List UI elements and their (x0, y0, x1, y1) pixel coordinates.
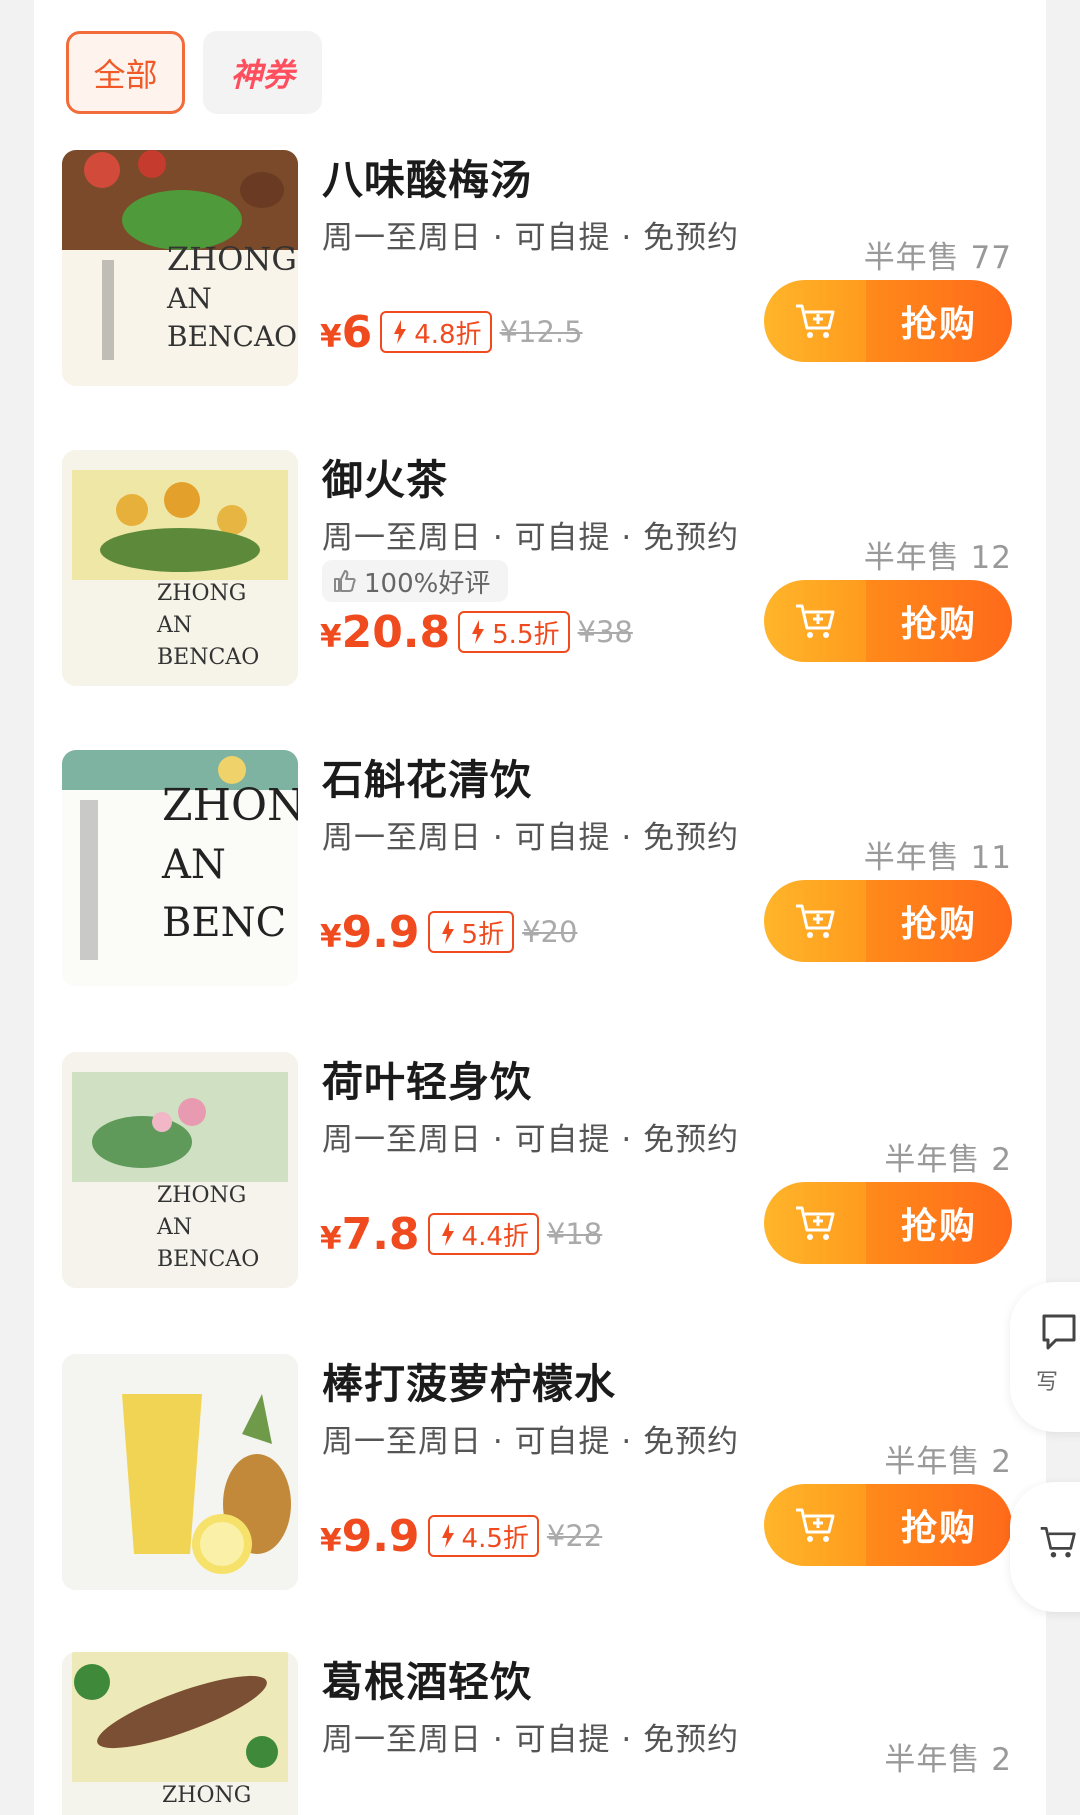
product-name: 荷叶轻身饮 (322, 1058, 532, 1106)
product-meta: 周一至周日 · 可自提 · 免预约 (322, 1722, 740, 1758)
cart-icon (1040, 1527, 1076, 1558)
current-price: ¥6 (320, 306, 373, 358)
current-price: ¥9.9 (320, 1510, 420, 1562)
down-arrow-icon (441, 1524, 454, 1548)
product-image[interactable]: ZHONG AN BENCAO (62, 450, 298, 686)
discount-badge: 4.5折 (427, 1515, 539, 1557)
buy-button[interactable]: 抢购 (764, 1182, 1012, 1264)
buy-button[interactable]: 抢购 (764, 1484, 1012, 1566)
product-image[interactable] (62, 1354, 298, 1590)
sold-count: 半年售 2 (884, 1142, 1012, 1178)
product-meta: 周一至周日 · 可自提 · 免预约 (322, 1424, 740, 1460)
svg-text:BENC: BENC (162, 900, 286, 946)
current-price: ¥7.8 (320, 1208, 420, 1260)
svg-text:ZHONG: ZHONG (157, 1183, 246, 1208)
product-item[interactable]: ZHONG AN BENCAO 荷叶轻身饮 周一至周日 · 可自提 · 免预约 … (62, 1038, 1012, 1338)
write-review-label: 写 (1036, 1370, 1059, 1395)
tab-coupon[interactable]: 神券 (203, 31, 322, 114)
svg-text:BENCAO: BENCAO (157, 645, 259, 670)
discount-badge: 4.4折 (427, 1213, 539, 1255)
product-name: 棒打菠萝柠檬水 (322, 1360, 616, 1408)
filter-tabs: 全部 神券 (66, 31, 322, 114)
price-row: ¥7.8 4.4折 ¥18 (320, 1206, 602, 1262)
sold-count: 半年售 2 (884, 1444, 1012, 1480)
product-item[interactable]: ZHONG AN BENCAO 八味酸梅汤 周一至周日 · 可自提 · 免预约 … (62, 136, 1012, 436)
buy-button[interactable]: 抢购 (764, 880, 1012, 962)
discount-badge: 5.5折 (458, 611, 570, 653)
product-meta: 周一至周日 · 可自提 · 免预约 (322, 820, 740, 856)
down-arrow-icon (394, 320, 407, 344)
sold-count: 半年售 77 (863, 240, 1012, 276)
svg-text:AN: AN (156, 613, 192, 638)
product-name: 御火茶 (322, 456, 448, 504)
original-price: ¥12.5 (499, 315, 583, 349)
product-meta: 周一至周日 · 可自提 · 免预约 (322, 520, 740, 556)
svg-text:AN: AN (166, 282, 212, 315)
price-row: ¥9.9 5折 ¥20 (320, 904, 577, 960)
sold-count: 半年售 12 (863, 540, 1012, 576)
buy-label[interactable]: 抢购 (866, 1484, 1012, 1566)
product-name: 葛根酒轻饮 (322, 1658, 532, 1706)
tab-all[interactable]: 全部 (66, 31, 185, 114)
cart-plus-icon[interactable] (764, 1484, 866, 1566)
current-price: ¥20.8 (320, 606, 451, 658)
original-price: ¥18 (546, 1217, 603, 1251)
product-image[interactable]: ZHONG AN BENCAO (62, 1052, 298, 1288)
price-row: ¥6 4.8折 ¥12.5 (320, 304, 583, 360)
product-item[interactable]: ZHON AN BENC 石斛花清饮 周一至周日 · 可自提 · 免预约 半年售… (62, 736, 1012, 1036)
buy-label[interactable]: 抢购 (866, 280, 1012, 362)
thumbs-up-icon (334, 570, 356, 592)
product-item[interactable]: ZHONG 葛根酒轻饮 周一至周日 · 可自提 · 免预约 半年售 2 (62, 1638, 1012, 1815)
cart-float-button[interactable] (1010, 1482, 1080, 1612)
product-meta: 周一至周日 · 可自提 · 免预约 (322, 220, 740, 256)
write-review-float-button[interactable]: 写 (1010, 1282, 1080, 1432)
down-arrow-icon (441, 920, 454, 944)
buy-button[interactable]: 抢购 (764, 580, 1012, 662)
svg-text:BENCAO: BENCAO (157, 1247, 259, 1272)
buy-label[interactable]: 抢购 (866, 580, 1012, 662)
product-meta: 周一至周日 · 可自提 · 免预约 (322, 1122, 740, 1158)
cart-plus-icon[interactable] (764, 1182, 866, 1264)
product-image[interactable]: ZHONG (62, 1652, 298, 1815)
product-item[interactable]: ZHONG AN BENCAO 御火茶 周一至周日 · 可自提 · 免预约 10… (62, 436, 1012, 736)
original-price: ¥22 (546, 1519, 603, 1553)
current-price: ¥9.9 (320, 906, 420, 958)
cart-plus-icon[interactable] (764, 280, 866, 362)
original-price: ¥38 (577, 615, 633, 649)
svg-text:ZHON: ZHON (162, 780, 298, 831)
price-row: ¥20.8 5.5折 ¥38 (320, 604, 633, 660)
svg-text:ZHONG: ZHONG (167, 240, 297, 278)
rating-badge: 100%好评 (322, 560, 509, 602)
product-image[interactable]: ZHON AN BENC (62, 750, 298, 986)
price-row: ¥9.9 4.5折 ¥22 (320, 1508, 602, 1564)
svg-text:BENCAO: BENCAO (167, 320, 297, 353)
svg-text:ZHONG: ZHONG (157, 581, 246, 606)
buy-label[interactable]: 抢购 (866, 880, 1012, 962)
sold-count: 半年售 11 (863, 840, 1012, 876)
cart-plus-icon[interactable] (764, 580, 866, 662)
buy-label[interactable]: 抢购 (866, 1182, 1012, 1264)
sold-count: 半年售 2 (884, 1742, 1012, 1778)
svg-text:AN: AN (156, 1215, 192, 1240)
cart-plus-icon[interactable] (764, 880, 866, 962)
down-arrow-icon (472, 620, 485, 644)
down-arrow-icon (441, 1222, 454, 1246)
product-item[interactable]: 棒打菠萝柠檬水 周一至周日 · 可自提 · 免预约 半年售 2 ¥9.9 4.5… (62, 1340, 1012, 1640)
comment-icon (1042, 1314, 1076, 1350)
buy-button[interactable]: 抢购 (764, 280, 1012, 362)
product-image[interactable]: ZHONG AN BENCAO (62, 150, 298, 386)
product-name: 石斛花清饮 (322, 756, 532, 804)
original-price: ¥20 (522, 915, 578, 949)
discount-badge: 5折 (427, 911, 515, 953)
product-name: 八味酸梅汤 (322, 156, 532, 204)
svg-text:ZHONG: ZHONG (162, 1783, 251, 1808)
svg-text:AN: AN (161, 842, 226, 888)
discount-badge: 4.8折 (380, 311, 492, 353)
